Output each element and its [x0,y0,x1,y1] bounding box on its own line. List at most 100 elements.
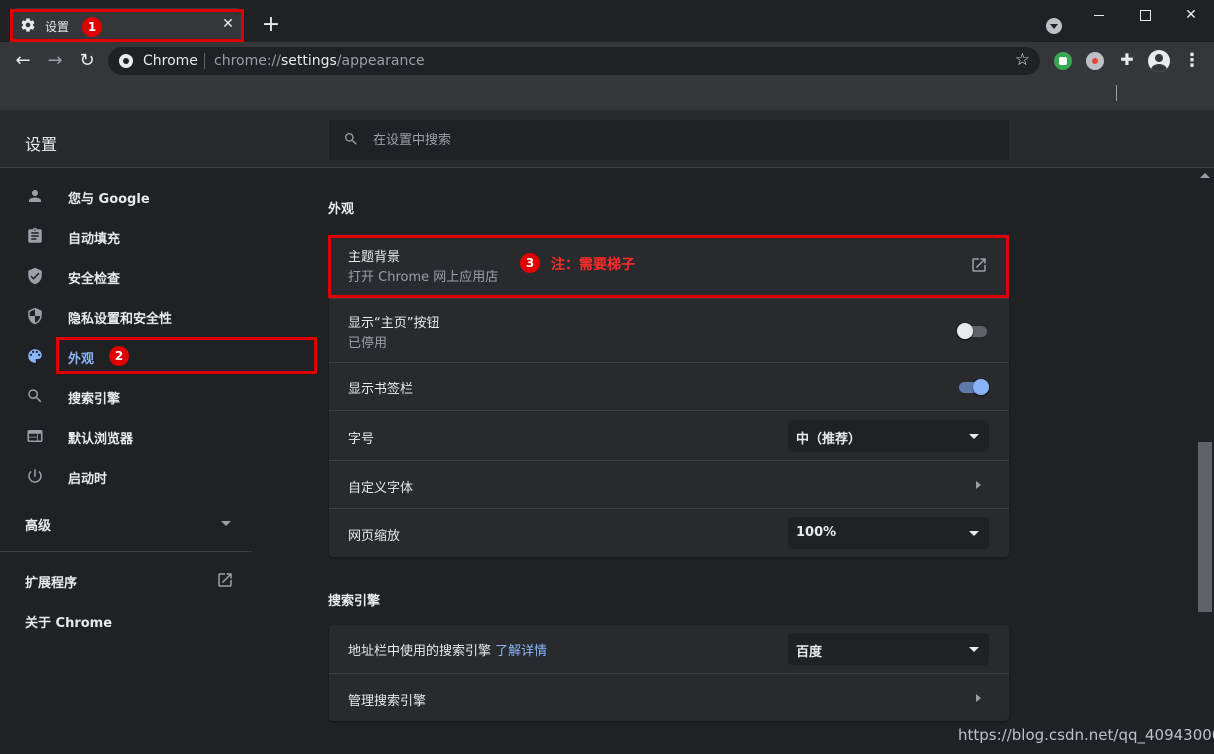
advanced-label: 高级 [25,519,52,534]
extension-green-icon[interactable] [1054,52,1072,70]
settings-sidebar: 您与 Google 自动填充 安全检查 隐私设置和安全性 外观 搜索引擎 默认浏… [0,168,252,754]
palette-icon [28,349,42,363]
appearance-section-title: 外观 [328,202,355,217]
bookmarks-bar-row[interactable]: 显示书签栏 [329,362,1009,410]
settings-header: 设置 [0,110,1214,168]
url-path: /appearance [336,53,425,69]
home-button-label: 显示“主页”按钮 [348,316,440,331]
annotation-note: 注：需要梯子 [551,257,635,273]
toggle-knob [957,323,973,339]
sidebar-item-about-chrome[interactable]: 关于 Chrome [0,602,252,638]
search-icon [28,389,42,403]
sidebar-item-label: 启动时 [68,472,108,487]
maximize-button[interactable] [1122,0,1168,32]
chrome-logo-icon [119,54,133,68]
search-engine-value: 百度 [796,645,823,660]
learn-more-link[interactable]: 了解详情 [495,644,547,659]
sidebar-item-you-and-google[interactable]: 您与 Google [0,176,252,216]
sidebar-advanced-toggle[interactable]: 高级 [0,502,252,542]
sidebar-item-label: 自动填充 [68,232,121,247]
scrollbar-thumb[interactable] [1198,442,1212,612]
url-host: settings [281,53,337,69]
page-zoom-select[interactable]: 100% [788,517,989,549]
reload-icon[interactable]: ↻ [75,49,99,73]
toggle-knob [973,379,989,395]
caret-down-icon [969,434,979,439]
sidebar-item-privacy[interactable]: 隐私设置和安全性 [0,296,252,336]
page-title: 设置 [25,135,58,154]
address-bar[interactable]: Chrome chrome://settings/appearance ☆ [108,47,1040,75]
scroll-up-arrow-icon[interactable] [1200,173,1210,178]
kebab-menu-icon[interactable]: ⋮ [1183,51,1201,71]
sidebar-item-search-engine[interactable]: 搜索引擎 [0,376,252,416]
font-size-label: 字号 [348,432,375,447]
shield-check-icon [28,267,42,285]
page-zoom-row: 网页缩放 100% [329,508,1009,557]
caret-down-icon [221,521,231,526]
browser-icon [27,430,43,442]
page-origin-chip: Chrome [143,53,198,69]
sidebar-item-extensions[interactable]: 扩展程序 [0,562,252,598]
forward-arrow-icon[interactable]: → [43,49,67,73]
annotation-box-appearance [56,337,317,374]
custom-fonts-label: 自定义字体 [348,481,414,496]
caret-down-icon [969,531,979,536]
custom-fonts-row[interactable]: 自定义字体 [329,460,1009,508]
sidebar-item-autofill[interactable]: 自动填充 [0,216,252,256]
back-arrow-icon[interactable]: ← [11,49,35,73]
search-engine-section-title: 搜索引擎 [328,594,381,609]
chevron-right-icon [976,481,981,489]
extension-gray-icon[interactable] [1086,52,1104,70]
sidebar-item-label: 安全检查 [68,272,121,287]
watermark: https://blog.csdn.net/qq_40943000 [958,726,1214,744]
sidebar-item-label: 您与 Google [68,192,150,207]
page-zoom-value: 100% [796,525,837,540]
home-button-row[interactable]: 显示“主页”按钮 已停用 [329,298,1009,362]
address-bar-engine-text: 地址栏中使用的搜索引擎 [348,644,492,659]
home-button-toggle[interactable] [957,323,989,339]
shield-half-icon [28,307,42,325]
sidebar-item-default-browser[interactable]: 默认浏览器 [0,416,252,456]
annotation-badge-3: 3 [520,253,540,273]
sidebar-item-label: 搜索引擎 [68,392,121,407]
address-bar-engine-row: 地址栏中使用的搜索引擎 了解详情 百度 [329,625,1009,673]
home-button-sub: 已停用 [348,336,388,351]
extensions-puzzle-icon[interactable]: ✚ [1118,51,1136,69]
bookmark-star-icon[interactable]: ☆ [1015,50,1030,70]
address-bar-engine-label: 地址栏中使用的搜索引擎 了解详情 [348,640,547,659]
bookmark-bar [0,80,1214,110]
sidebar-item-label: 隐私设置和安全性 [68,312,173,327]
sidebar-item-label: 默认浏览器 [68,432,134,447]
url-scheme: chrome:// [214,53,281,69]
new-tab-button[interactable]: + [258,12,284,38]
minimize-button[interactable] [1076,0,1122,32]
font-size-row: 字号 中（推荐） [329,410,1009,460]
profile-avatar-icon[interactable] [1148,50,1170,72]
annotation-box-tab [10,9,244,42]
bookmarks-bar-toggle[interactable] [957,379,989,395]
annotation-badge-2: 2 [109,346,129,366]
toolbar: ← → ↻ Chrome chrome://settings/appearanc… [0,42,1214,80]
power-icon [28,469,42,483]
sidebar-item-on-startup[interactable]: 启动时 [0,456,252,496]
sidebar-item-safety-check[interactable]: 安全检查 [0,256,252,296]
url-text: chrome://settings/appearance [214,53,425,69]
manage-search-engines-label: 管理搜索引擎 [348,694,427,709]
about-label: 关于 Chrome [25,616,113,631]
extensions-label: 扩展程序 [25,576,78,591]
font-size-select[interactable]: 中（推荐） [788,420,989,452]
manage-search-engines-row[interactable]: 管理搜索引擎 [329,673,1009,721]
page-zoom-label: 网页缩放 [348,529,401,544]
search-engine-select[interactable]: 百度 [788,633,989,665]
settings-search-box[interactable] [329,120,1009,160]
clipboard-icon [28,227,42,243]
person-icon [29,190,41,202]
settings-search-input[interactable] [373,130,973,150]
font-size-value: 中（推荐） [796,432,862,447]
open-in-new-icon [218,573,232,587]
window-close-button[interactable]: ✕ [1168,0,1214,32]
search-engine-card: 地址栏中使用的搜索引擎 了解详情 百度 管理搜索引擎 [329,625,1009,721]
bookmarks-bar-label: 显示书签栏 [348,382,414,397]
tab-search-icon[interactable] [1046,18,1062,34]
search-icon [345,133,357,145]
